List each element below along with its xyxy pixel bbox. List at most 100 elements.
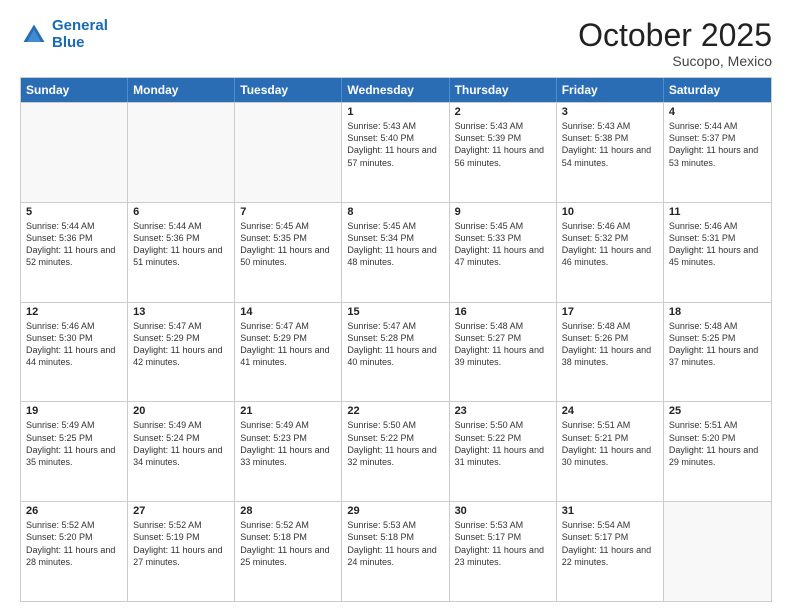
- cell-info: Sunrise: 5:53 AM Sunset: 5:17 PM Dayligh…: [455, 519, 551, 568]
- header-cell-monday: Monday: [128, 78, 235, 102]
- header-cell-wednesday: Wednesday: [342, 78, 449, 102]
- day-cell-26: 26 Sunrise: 5:52 AM Sunset: 5:20 PM Dayli…: [21, 502, 128, 601]
- cell-info: Sunrise: 5:43 AM Sunset: 5:38 PM Dayligh…: [562, 120, 658, 169]
- day-number: 30: [455, 505, 551, 517]
- day-number: 24: [562, 405, 658, 417]
- day-cell-31: 31Sunrise: 5:54 AM Sunset: 5:17 PM Dayli…: [557, 502, 664, 601]
- day-number: 23: [455, 405, 551, 417]
- day-number: 2: [455, 106, 551, 118]
- day-cell-9: 9 Sunrise: 5:45 AM Sunset: 5:33 PM Daylig…: [450, 203, 557, 302]
- day-number: 8: [347, 206, 443, 218]
- cell-info: Sunrise: 5:48 AM Sunset: 5:26 PM Dayligh…: [562, 320, 658, 369]
- day-number: 19: [26, 405, 122, 417]
- location: Sucopo, Mexico: [578, 53, 772, 69]
- empty-cell: [235, 103, 342, 202]
- cell-info: Sunrise: 5:43 AM Sunset: 5:39 PM Dayligh…: [455, 120, 551, 169]
- day-cell-22: 22 Sunrise: 5:50 AM Sunset: 5:22 PM Dayli…: [342, 402, 449, 501]
- calendar-header: SundayMondayTuesdayWednesdayThursdayFrid…: [21, 78, 771, 102]
- day-cell-6: 6 Sunrise: 5:44 AM Sunset: 5:36 PM Daylig…: [128, 203, 235, 302]
- day-cell-5: 5Sunrise: 5:44 AM Sunset: 5:36 PM Daylig…: [21, 203, 128, 302]
- day-number: 22: [347, 405, 443, 417]
- day-cell-25: 25 Sunrise: 5:51 AM Sunset: 5:20 PM Dayli…: [664, 402, 771, 501]
- cell-info: Sunrise: 5:50 AM Sunset: 5:22 PM Dayligh…: [455, 419, 551, 468]
- day-cell-23: 23 Sunrise: 5:50 AM Sunset: 5:22 PM Dayli…: [450, 402, 557, 501]
- cell-info: Sunrise: 5:54 AM Sunset: 5:17 PM Dayligh…: [562, 519, 658, 568]
- day-cell-30: 30 Sunrise: 5:53 AM Sunset: 5:17 PM Dayli…: [450, 502, 557, 601]
- cell-info: Sunrise: 5:44 AM Sunset: 5:36 PM Dayligh…: [133, 220, 229, 269]
- logo-icon: [20, 21, 48, 49]
- day-cell-15: 15 Sunrise: 5:47 AM Sunset: 5:28 PM Dayli…: [342, 303, 449, 402]
- cell-info: Sunrise: 5:51 AM Sunset: 5:20 PM Dayligh…: [669, 419, 766, 468]
- day-cell-7: 7 Sunrise: 5:45 AM Sunset: 5:35 PM Daylig…: [235, 203, 342, 302]
- empty-cell: [128, 103, 235, 202]
- cell-info: Sunrise: 5:47 AM Sunset: 5:29 PM Dayligh…: [240, 320, 336, 369]
- day-number: 9: [455, 206, 551, 218]
- day-cell-16: 16 Sunrise: 5:48 AM Sunset: 5:27 PM Dayli…: [450, 303, 557, 402]
- day-number: 5: [26, 206, 122, 218]
- header-cell-saturday: Saturday: [664, 78, 771, 102]
- day-cell-19: 19 Sunrise: 5:49 AM Sunset: 5:25 PM Dayli…: [21, 402, 128, 501]
- cell-info: Sunrise: 5:52 AM Sunset: 5:20 PM Dayligh…: [26, 519, 122, 568]
- calendar-row-2: 12Sunrise: 5:46 AM Sunset: 5:30 PM Dayli…: [21, 302, 771, 402]
- day-number: 21: [240, 405, 336, 417]
- day-number: 20: [133, 405, 229, 417]
- day-number: 14: [240, 306, 336, 318]
- cell-info: Sunrise: 5:43 AM Sunset: 5:40 PM Dayligh…: [347, 120, 443, 169]
- calendar-body: 1 Sunrise: 5:43 AM Sunset: 5:40 PM Daylig…: [21, 102, 771, 601]
- day-number: 11: [669, 206, 766, 218]
- logo-line1: General: [52, 17, 108, 34]
- day-cell-20: 20 Sunrise: 5:49 AM Sunset: 5:24 PM Dayli…: [128, 402, 235, 501]
- cell-info: Sunrise: 5:45 AM Sunset: 5:35 PM Dayligh…: [240, 220, 336, 269]
- day-cell-29: 29 Sunrise: 5:53 AM Sunset: 5:18 PM Dayli…: [342, 502, 449, 601]
- day-number: 25: [669, 405, 766, 417]
- day-cell-13: 13Sunrise: 5:47 AM Sunset: 5:29 PM Dayli…: [128, 303, 235, 402]
- day-cell-10: 10Sunrise: 5:46 AM Sunset: 5:32 PM Dayli…: [557, 203, 664, 302]
- logo-text: General Blue: [52, 18, 108, 51]
- logo-line2: Blue: [52, 34, 85, 51]
- day-number: 6: [133, 206, 229, 218]
- empty-cell: [21, 103, 128, 202]
- cell-info: Sunrise: 5:49 AM Sunset: 5:23 PM Dayligh…: [240, 419, 336, 468]
- calendar-row-3: 19 Sunrise: 5:49 AM Sunset: 5:25 PM Dayli…: [21, 401, 771, 501]
- cell-info: Sunrise: 5:48 AM Sunset: 5:27 PM Dayligh…: [455, 320, 551, 369]
- day-cell-27: 27 Sunrise: 5:52 AM Sunset: 5:19 PM Dayli…: [128, 502, 235, 601]
- day-cell-8: 8 Sunrise: 5:45 AM Sunset: 5:34 PM Daylig…: [342, 203, 449, 302]
- day-number: 15: [347, 306, 443, 318]
- day-cell-18: 18Sunrise: 5:48 AM Sunset: 5:25 PM Dayli…: [664, 303, 771, 402]
- cell-info: Sunrise: 5:45 AM Sunset: 5:33 PM Dayligh…: [455, 220, 551, 269]
- cell-info: Sunrise: 5:53 AM Sunset: 5:18 PM Dayligh…: [347, 519, 443, 568]
- cell-info: Sunrise: 5:50 AM Sunset: 5:22 PM Dayligh…: [347, 419, 443, 468]
- day-number: 7: [240, 206, 336, 218]
- cell-info: Sunrise: 5:44 AM Sunset: 5:37 PM Dayligh…: [669, 120, 766, 169]
- day-cell-14: 14 Sunrise: 5:47 AM Sunset: 5:29 PM Dayli…: [235, 303, 342, 402]
- day-number: 4: [669, 106, 766, 118]
- day-number: 27: [133, 505, 229, 517]
- day-number: 10: [562, 206, 658, 218]
- cell-info: Sunrise: 5:49 AM Sunset: 5:24 PM Dayligh…: [133, 419, 229, 468]
- day-number: 13: [133, 306, 229, 318]
- header: General Blue October 2025 Sucopo, Mexico: [20, 18, 772, 69]
- day-cell-11: 11Sunrise: 5:46 AM Sunset: 5:31 PM Dayli…: [664, 203, 771, 302]
- day-cell-17: 17 Sunrise: 5:48 AM Sunset: 5:26 PM Dayli…: [557, 303, 664, 402]
- day-number: 26: [26, 505, 122, 517]
- cell-info: Sunrise: 5:49 AM Sunset: 5:25 PM Dayligh…: [26, 419, 122, 468]
- cell-info: Sunrise: 5:46 AM Sunset: 5:30 PM Dayligh…: [26, 320, 122, 369]
- day-number: 29: [347, 505, 443, 517]
- calendar: SundayMondayTuesdayWednesdayThursdayFrid…: [20, 77, 772, 602]
- day-number: 1: [347, 106, 443, 118]
- cell-info: Sunrise: 5:47 AM Sunset: 5:28 PM Dayligh…: [347, 320, 443, 369]
- cell-info: Sunrise: 5:52 AM Sunset: 5:18 PM Dayligh…: [240, 519, 336, 568]
- page: General Blue October 2025 Sucopo, Mexico…: [0, 0, 792, 612]
- cell-info: Sunrise: 5:51 AM Sunset: 5:21 PM Dayligh…: [562, 419, 658, 468]
- title-block: October 2025 Sucopo, Mexico: [578, 18, 772, 69]
- calendar-row-1: 5 Sunrise: 5:44 AM Sunset: 5:36 PM Daylig…: [21, 202, 771, 302]
- day-cell-4: 4 Sunrise: 5:44 AM Sunset: 5:37 PM Daylig…: [664, 103, 771, 202]
- cell-info: Sunrise: 5:45 AM Sunset: 5:34 PM Dayligh…: [347, 220, 443, 269]
- calendar-row-4: 26 Sunrise: 5:52 AM Sunset: 5:20 PM Dayli…: [21, 501, 771, 601]
- calendar-row-0: 1 Sunrise: 5:43 AM Sunset: 5:40 PM Daylig…: [21, 102, 771, 202]
- cell-info: Sunrise: 5:52 AM Sunset: 5:19 PM Dayligh…: [133, 519, 229, 568]
- header-cell-friday: Friday: [557, 78, 664, 102]
- day-number: 17: [562, 306, 658, 318]
- day-number: 16: [455, 306, 551, 318]
- day-number: 18: [669, 306, 766, 318]
